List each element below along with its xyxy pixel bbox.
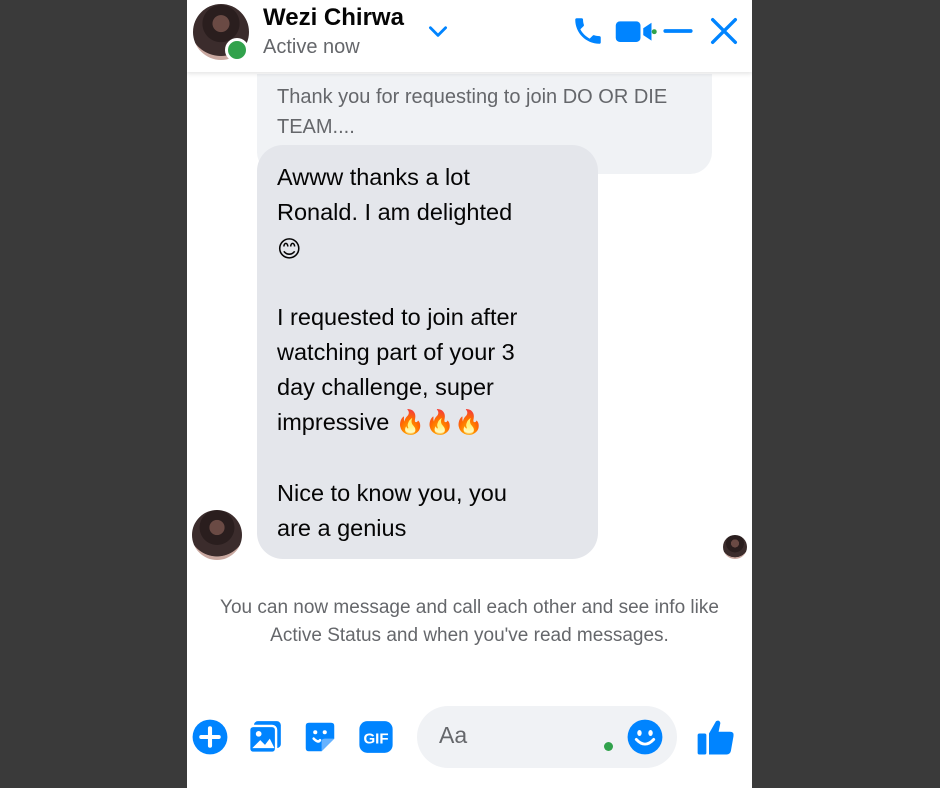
chat-window: Wezi Chirwa Active now Thank you for req… (187, 0, 752, 788)
message-input-placeholder: Aa (439, 722, 468, 748)
message-input[interactable]: Aa (417, 706, 677, 768)
online-status-dot (225, 38, 249, 62)
minimize-icon[interactable] (661, 14, 695, 48)
chat-header: Wezi Chirwa Active now (187, 0, 752, 72)
sticker-icon[interactable] (301, 718, 339, 756)
phone-icon[interactable] (571, 14, 605, 48)
contact-name[interactable]: Wezi Chirwa (263, 4, 404, 32)
photo-icon[interactable] (246, 718, 284, 756)
message-line: 😊 (277, 235, 302, 263)
emoji-icon[interactable] (626, 718, 664, 756)
message-line: Nice to know you, you (277, 480, 507, 506)
plus-icon[interactable] (191, 718, 229, 756)
message-line: watching part of your 3 (277, 339, 515, 365)
gif-icon[interactable]: GIF (357, 718, 395, 756)
seen-indicator-avatar (723, 535, 747, 559)
message-bubble[interactable]: Awww thanks a lot Ronald. I am delighted… (257, 145, 598, 559)
status-dot (604, 742, 613, 751)
video-call-icon[interactable] (613, 14, 657, 48)
system-message: You can now message and call each other … (220, 597, 719, 646)
sender-avatar[interactable] (192, 510, 242, 560)
message-line: I requested to join after (277, 304, 518, 330)
message-line: day challenge, super (277, 374, 494, 400)
thumbs-up-icon[interactable] (695, 716, 737, 758)
contact-status: Active now (263, 36, 360, 58)
close-icon[interactable] (707, 14, 741, 48)
previous-message-text: Thank you for requesting to join DO OR D… (277, 86, 668, 138)
gif-label: GIF (363, 730, 388, 747)
message-line: are a genius (277, 515, 407, 541)
message-line: Ronald. I am delighted (277, 199, 513, 225)
message-line: impressive 🔥🔥🔥 (277, 409, 484, 435)
message-line: Awww thanks a lot (277, 164, 470, 190)
chevron-down-icon[interactable] (425, 18, 451, 44)
